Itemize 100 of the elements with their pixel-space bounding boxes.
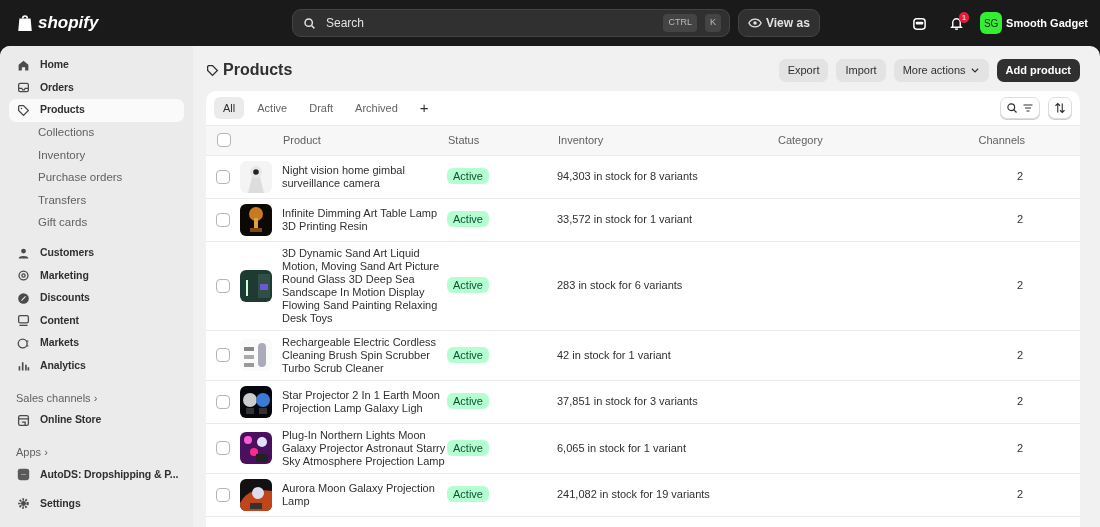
sidebar-item[interactable]: Products <box>9 99 184 122</box>
status-badge: Active <box>447 393 489 410</box>
filter-icon <box>1022 102 1034 114</box>
row-checkbox[interactable] <box>216 441 230 455</box>
column-header: Product <box>283 134 321 146</box>
logo-text: shopify <box>38 12 99 35</box>
person-icon <box>17 246 30 260</box>
add-product-button[interactable]: Add product <box>996 58 1080 82</box>
discount-icon <box>17 291 30 305</box>
column-header: Channels <box>978 134 1025 146</box>
table-cell: 37,851 in stock for 3 variants <box>557 395 698 408</box>
product-name[interactable]: Rechargeable Electric Cordless Cleaning Brush Spin Scrubber Turbo Scrub Cleaner <box>282 335 447 375</box>
section-heading[interactable]: Sales channels › <box>9 387 184 409</box>
table-cell: 6,065 in stock for 1 variant <box>557 441 686 454</box>
product-name[interactable]: Infinite Dimming Art Table Lamp 3D Printing Resin <box>282 206 447 233</box>
sidebar-item[interactable]: Home <box>9 54 184 77</box>
sidebar-item[interactable]: Analytics <box>9 354 184 377</box>
table-cell: 2 <box>1016 213 1023 226</box>
table-cell: 42 in stock for 1 variant <box>557 348 671 361</box>
table-cell: 2 <box>1016 488 1023 501</box>
product-name[interactable]: Plug-In Northern Lights Moon Galaxy Projector Astronaut Starry Sky Atmosphere Projection Lamp <box>282 428 447 468</box>
search-input[interactable]: Search <box>324 13 656 33</box>
product-name[interactable]: Aurora Moon Galaxy Projection Lamp <box>282 481 447 508</box>
row-checkbox[interactable] <box>216 487 230 502</box>
sidebar-item[interactable]: Settings <box>9 492 184 515</box>
filter-tab[interactable]: Draft <box>300 96 343 120</box>
sidebar-item[interactable]: Content <box>9 309 184 332</box>
status-badge: Active <box>447 346 489 363</box>
status-badge: Active <box>447 486 489 503</box>
table-cell: 94,303 in stock for 8 variants <box>557 170 698 183</box>
column-header: Category <box>778 134 823 146</box>
search-field[interactable]: Search CTRL K <box>292 9 730 37</box>
table-cell: 2 <box>1016 348 1023 361</box>
table-cell: 283 in stock for 6 variants <box>557 279 683 292</box>
table-cell: 33,572 in stock for 1 variant <box>557 213 693 226</box>
section-heading[interactable]: Apps › <box>9 441 184 464</box>
row-checkbox[interactable] <box>216 278 230 293</box>
sidebar-item[interactable]: AutoDS: Dropshipping & P... <box>9 463 184 486</box>
chevron-down-icon <box>969 65 980 75</box>
app-icon <box>17 468 30 482</box>
status-badge: Active <box>447 211 489 228</box>
status-badge: Active <box>447 168 489 185</box>
search-icon <box>303 16 316 30</box>
bell-icon[interactable] <box>949 15 965 31</box>
search-icon <box>1006 102 1018 114</box>
product-name[interactable]: Night vision home gimbal surveillance camera <box>282 163 447 190</box>
inbox-icon <box>17 81 30 95</box>
sidebar-subitem[interactable]: Inventory <box>9 144 184 167</box>
status-badge: Active <box>447 277 489 294</box>
sort-button[interactable] <box>1048 97 1072 119</box>
view-as-button[interactable]: View as <box>738 9 820 37</box>
sort-icon <box>1054 102 1066 114</box>
filter-tab[interactable]: Archived <box>346 96 407 120</box>
product-name[interactable]: 3D Dynamic Sand Art Liquid Motion, Moving Sand Art Picture Round Glass 3D Deep Sea Sandscape In Motion Display Flowing Sand Painting Relaxing Desk Toys <box>282 246 447 325</box>
eye-icon <box>748 16 762 30</box>
sidebar-subitem[interactable]: Gift cards <box>9 211 184 234</box>
status-badge: Active <box>447 439 489 456</box>
filter-tab[interactable]: All <box>214 96 245 120</box>
storefront-icon <box>17 413 30 427</box>
table-cell: 2 <box>1016 170 1023 183</box>
sidebar-subitem[interactable]: Transfers <box>9 189 184 212</box>
target-icon <box>17 269 30 283</box>
search-filter-button[interactable] <box>1000 97 1040 119</box>
action-button[interactable]: More actions <box>893 58 989 82</box>
home-icon <box>17 58 30 72</box>
tag-icon <box>17 103 30 117</box>
select-all-checkbox[interactable] <box>217 133 231 148</box>
column-header: Inventory <box>558 134 604 146</box>
shopping-bag-icon <box>16 13 34 33</box>
settings-icon <box>17 497 30 511</box>
sidebar-item[interactable]: Orders <box>9 76 184 99</box>
sidebar-item[interactable]: Markets <box>9 332 184 355</box>
store-avatar[interactable]: SG <box>980 12 1003 34</box>
filter-tab[interactable]: Active <box>248 96 297 120</box>
sidebar-subitem[interactable]: Collections <box>9 121 184 144</box>
row-checkbox[interactable] <box>216 212 230 227</box>
table-cell: 2 <box>1016 279 1023 292</box>
sidebar-subitem[interactable]: Purchase orders <box>9 166 184 189</box>
page-title: Products <box>223 60 293 80</box>
row-checkbox[interactable] <box>216 394 230 409</box>
shortcut-key: CTRL <box>663 14 697 32</box>
table-cell: 241,082 in stock for 19 variants <box>557 488 710 501</box>
action-button[interactable]: Export <box>778 58 829 82</box>
row-checkbox[interactable] <box>216 169 230 184</box>
sidebar-item[interactable]: Customers <box>9 242 184 265</box>
tag-icon <box>206 63 219 77</box>
row-checkbox[interactable] <box>216 348 230 362</box>
sidebar-item[interactable]: Online Store <box>9 409 184 432</box>
notification-badge: 1 <box>958 11 970 23</box>
add-tab-button[interactable]: + <box>410 93 438 123</box>
bar-chart-icon <box>17 359 30 373</box>
product-name[interactable]: Star Projector 2 In 1 Earth Moon Projection Lamp Galaxy Ligh <box>282 388 447 415</box>
table-cell: 2 <box>1016 441 1023 454</box>
store-name[interactable]: Smooth Gadget <box>1006 14 1088 32</box>
sidebar-item[interactable]: Marketing <box>9 264 184 287</box>
sidebar-item[interactable]: Discounts <box>9 287 184 310</box>
action-button[interactable]: Import <box>836 58 886 82</box>
column-header: Status <box>448 134 480 146</box>
content-icon <box>17 314 30 328</box>
table-cell: 2 <box>1016 395 1023 408</box>
